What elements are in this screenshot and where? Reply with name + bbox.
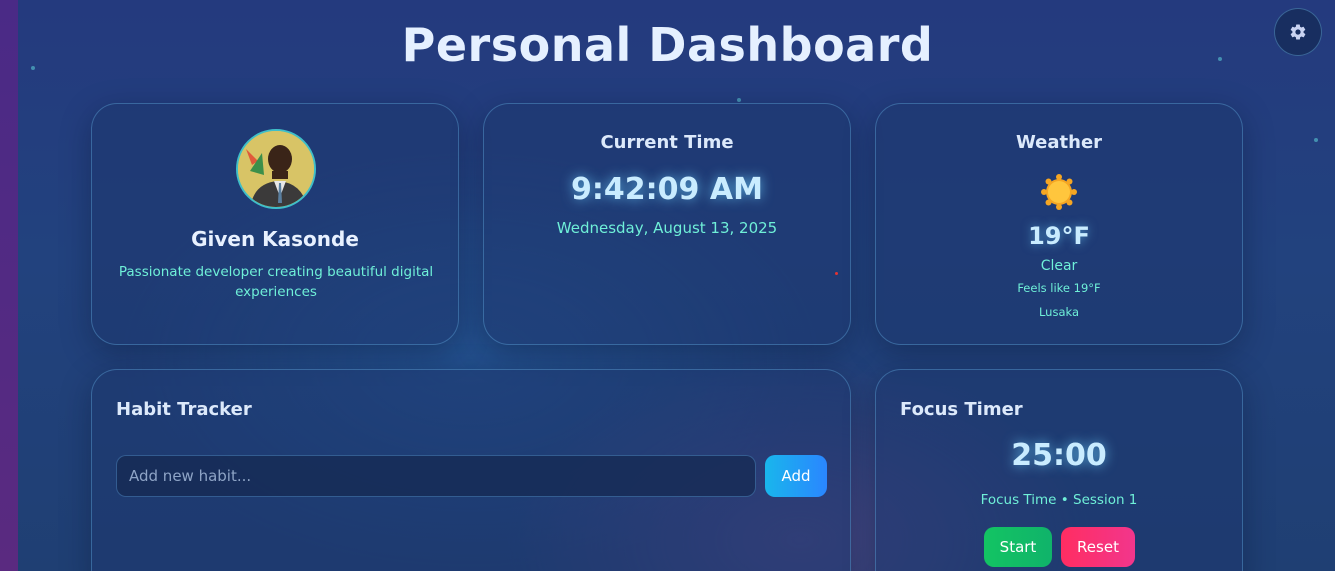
left-edge-strip — [0, 0, 18, 571]
current-date: Wednesday, August 13, 2025 — [556, 219, 778, 237]
background-star — [737, 98, 741, 102]
avatar — [236, 129, 316, 209]
weather-card: Weather 19°F Clear Feels like 19°F Lusak… — [875, 103, 1243, 345]
reset-button[interactable]: Reset — [1061, 527, 1135, 567]
page-title: Personal Dashboard — [401, 18, 934, 72]
focus-timer-card: Focus Timer 25:00 Focus Time • Session 1… — [875, 369, 1243, 571]
background-star — [1314, 138, 1318, 142]
habit-input[interactable] — [116, 455, 756, 497]
weather-location: Lusaka — [1038, 305, 1080, 319]
weather-heading: Weather — [1015, 132, 1103, 153]
gear-icon — [1290, 24, 1306, 40]
focus-timer-display: 25:00 — [1011, 438, 1107, 473]
profile-card: Given Kasonde Passionate developer creat… — [91, 103, 459, 345]
habit-heading: Habit Tracker — [116, 399, 252, 420]
time-heading: Current Time — [600, 132, 734, 153]
add-habit-button[interactable]: Add — [765, 455, 827, 497]
focus-heading: Focus Timer — [900, 399, 1023, 420]
sun-icon — [1041, 174, 1077, 210]
temperature: 19°F — [1028, 222, 1090, 250]
start-button[interactable]: Start — [984, 527, 1052, 567]
red-dot — [835, 272, 838, 275]
profile-bio: Passionate developer creating beautiful … — [118, 264, 434, 300]
time-card: Current Time 9:42:09 AM Wednesday, Augus… — [483, 103, 851, 345]
settings-button[interactable] — [1274, 8, 1322, 56]
profile-name: Given Kasonde — [191, 227, 359, 251]
habit-tracker-card: Habit Tracker Add — [91, 369, 851, 571]
weather-condition: Clear — [1040, 258, 1078, 274]
focus-session-label: Focus Time • Session 1 — [980, 492, 1138, 508]
feels-like: Feels like 19°F — [1017, 281, 1101, 295]
current-time: 9:42:09 AM — [571, 172, 763, 207]
